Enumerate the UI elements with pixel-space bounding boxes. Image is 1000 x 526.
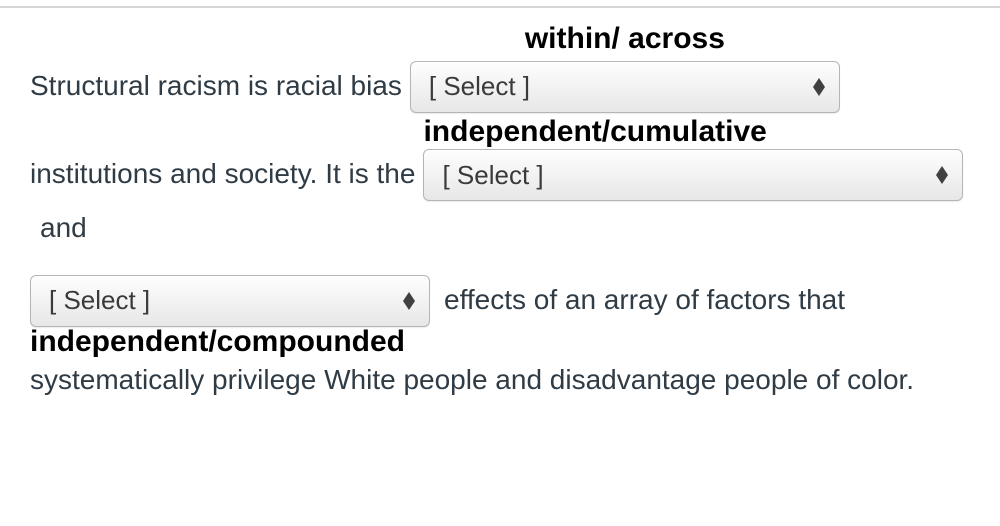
- dropdown-blank-2[interactable]: [ Select ]: [423, 149, 963, 201]
- dropdown-blank-3[interactable]: [ Select ]: [30, 275, 430, 327]
- annotation-blank-2: independent/cumulative: [423, 117, 766, 147]
- chevron-up-down-icon: [936, 166, 948, 184]
- chevron-up-down-icon: [403, 292, 415, 310]
- dropdown-placeholder: [ Select ]: [442, 151, 543, 200]
- chevron-up-down-icon: [813, 78, 825, 96]
- sentence-part-5: systematically privilege White people an…: [30, 353, 922, 406]
- sentence-part-2: institutions and society. It is the: [30, 147, 423, 200]
- sentence-part-4: effects of an array of factors that: [430, 273, 853, 326]
- sentence-part-3: and: [30, 201, 95, 254]
- dropdown-placeholder: [ Select ]: [49, 276, 150, 325]
- dropdown-placeholder: [ Select ]: [429, 62, 530, 111]
- dropdown-blank-1[interactable]: [ Select ]: [410, 61, 840, 113]
- question-body: Structural racism is racial bias within/…: [0, 8, 1000, 406]
- sentence-part-1: Structural racism is racial bias: [30, 59, 410, 112]
